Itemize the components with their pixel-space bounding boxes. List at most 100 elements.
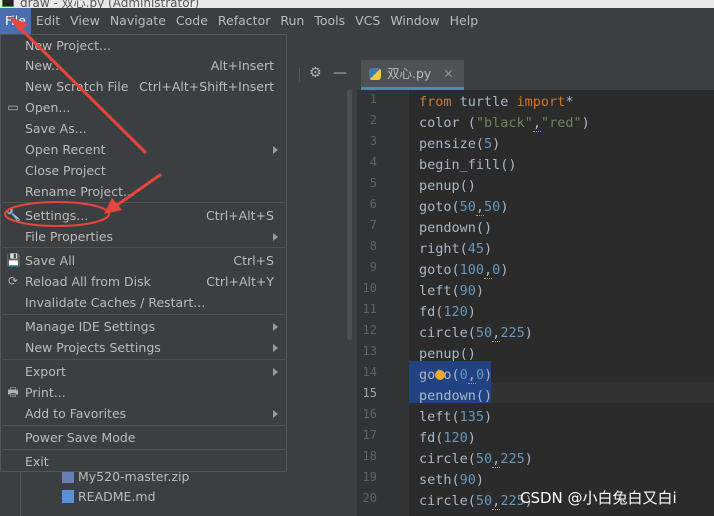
menu-item-invalidate-caches[interactable]: Invalidate Caches / Restart... <box>1 292 286 313</box>
menu-item-label: Open Recent <box>25 142 106 157</box>
menu-item-settings[interactable]: 🔧 Settings... Ctrl+Alt+S <box>1 205 286 226</box>
file-menu-dropdown: New Project... New... Alt+Insert New Scr… <box>0 34 287 472</box>
window-title-bar: draw - 双心.py (Administrator) <box>0 0 714 8</box>
code-line: left(90) <box>419 283 485 299</box>
project-panel-scrollbar[interactable] <box>347 90 352 340</box>
menu-item-new[interactable]: New... Alt+Insert <box>1 55 286 76</box>
menu-help[interactable]: Help <box>445 8 484 34</box>
code-line: goto(100,0) <box>419 262 509 279</box>
menu-run[interactable]: Run <box>275 8 309 34</box>
menu-edit[interactable]: Edit <box>31 8 65 34</box>
code-line: begin_fill() <box>419 157 517 173</box>
menu-tools[interactable]: Tools <box>309 8 350 34</box>
menu-item-open[interactable]: ▭ Open... <box>1 97 286 118</box>
code-line: color ("black","red") <box>419 115 590 132</box>
menu-item-open-recent[interactable]: Open Recent <box>1 139 286 160</box>
menu-file[interactable]: File <box>0 8 31 34</box>
menu-item-rename-project[interactable]: Rename Project... <box>1 181 286 202</box>
menu-item-label: New Projects Settings <box>25 340 161 355</box>
code-line: goto(0,0) <box>419 367 493 384</box>
menu-code[interactable]: Code <box>171 8 213 34</box>
menu-item-save-as[interactable]: Save As... <box>1 118 286 139</box>
project-panel-right-edge <box>287 90 357 516</box>
menu-item-power-save-mode[interactable]: Power Save Mode <box>1 427 286 448</box>
menu-item-file-properties[interactable]: File Properties <box>1 226 286 247</box>
menu-item-label: Reload All from Disk <box>25 274 151 289</box>
project-tree: My520-master.zip README.md <box>0 469 287 516</box>
menu-navigate[interactable]: Navigate <box>105 8 171 34</box>
menu-item-label: New... <box>25 58 64 73</box>
menu-item-print[interactable]: 🖶 Print... <box>1 382 286 403</box>
menu-item-label: File Properties <box>25 229 114 244</box>
menu-item-label: New Scratch File <box>25 79 129 94</box>
submenu-arrow-icon <box>273 344 278 352</box>
editor-tab-strip: 双心.py ✕ <box>357 60 714 91</box>
menu-separator <box>2 425 285 426</box>
menu-item-shortcut: Ctrl+Alt+Y <box>206 274 274 289</box>
python-file-icon <box>369 68 381 80</box>
gear-icon[interactable]: ⚙ <box>309 65 322 81</box>
line-number: 16 <box>362 407 377 421</box>
menu-item-save-all[interactable]: 💾 Save All Ctrl+S <box>1 250 286 271</box>
line-number: 5 <box>369 176 377 190</box>
code-line: pendown() <box>419 220 493 236</box>
save-icon: 💾 <box>6 253 21 267</box>
menu-window[interactable]: Window <box>385 8 444 34</box>
line-number: 1 <box>369 92 377 106</box>
close-tab-icon[interactable]: ✕ <box>443 66 453 81</box>
lightbulb-icon[interactable] <box>435 370 446 380</box>
wrench-icon: 🔧 <box>6 208 21 222</box>
line-number: 4 <box>369 155 377 169</box>
line-number: 15 <box>362 386 377 400</box>
line-number-gutter: 1 2 3 4 5 6 7 8 9 10 11 12 13 14 15 16 17 18 19 20 <box>357 90 409 516</box>
menu-item-label: Save All <box>25 253 76 268</box>
menu-item-close-project[interactable]: Close Project <box>1 160 286 181</box>
menu-item-new-project[interactable]: New Project... <box>1 35 286 56</box>
csdn-watermark: CSDN @小白兔白又白i <box>520 489 677 507</box>
code-line: fd(120) <box>419 430 476 446</box>
code-line: right(45) <box>419 241 493 257</box>
line-number: 20 <box>362 491 377 505</box>
tab-label: 双心.py <box>387 66 432 81</box>
menu-item-reload-all[interactable]: ⟳ Reload All from Disk Ctrl+Alt+Y <box>1 271 286 292</box>
tree-item-label: README.md <box>78 489 156 504</box>
toolbar-divider <box>299 68 300 82</box>
menu-item-exit[interactable]: Exit <box>1 451 286 472</box>
menu-item-new-scratch-file[interactable]: New Scratch File Ctrl+Alt+Shift+Insert <box>1 76 286 97</box>
menu-item-shortcut: Ctrl+Alt+S <box>205 208 274 223</box>
menu-item-new-projects-settings[interactable]: New Projects Settings <box>1 337 286 358</box>
code-line: penup() <box>419 178 476 194</box>
menu-item-shortcut: Ctrl+S <box>233 253 274 268</box>
line-number: 13 <box>362 344 377 358</box>
editor-tab-active[interactable]: 双心.py ✕ <box>361 60 464 90</box>
submenu-arrow-icon <box>273 323 278 331</box>
tree-item-readme[interactable]: README.md <box>62 487 156 507</box>
menu-refactor[interactable]: Refactor <box>213 8 275 34</box>
submenu-arrow-icon <box>273 233 278 241</box>
menu-item-label: Add to Favorites <box>25 406 127 421</box>
menu-item-manage-ide-settings[interactable]: Manage IDE Settings <box>1 316 286 337</box>
line-number: 3 <box>369 134 377 148</box>
submenu-arrow-icon <box>273 410 278 418</box>
line-number: 6 <box>369 197 377 211</box>
code-line: pendown() <box>419 388 493 404</box>
line-number: 12 <box>362 323 377 337</box>
project-panel-toolbar: ⚙ — <box>287 60 357 90</box>
code-line: pensize(5) <box>419 136 501 152</box>
line-number: 9 <box>369 260 377 274</box>
menu-separator <box>2 449 285 450</box>
line-number: 14 <box>362 365 377 379</box>
menu-vcs[interactable]: VCS <box>350 8 385 34</box>
code-line: penup() <box>419 346 476 362</box>
menu-separator <box>2 202 285 203</box>
code-editor[interactable]: from turtle import* color ("black","red")… <box>409 90 714 516</box>
menu-item-label: Power Save Mode <box>25 430 136 445</box>
line-number: 8 <box>369 239 377 253</box>
menu-view[interactable]: View <box>65 8 105 34</box>
line-number: 19 <box>362 470 377 484</box>
menu-item-add-to-favorites[interactable]: Add to Favorites <box>1 403 286 424</box>
minimize-icon[interactable]: — <box>333 65 347 81</box>
menu-item-label: Manage IDE Settings <box>25 319 156 334</box>
menu-item-export[interactable]: Export <box>1 361 286 382</box>
printer-icon: 🖶 <box>7 385 19 399</box>
